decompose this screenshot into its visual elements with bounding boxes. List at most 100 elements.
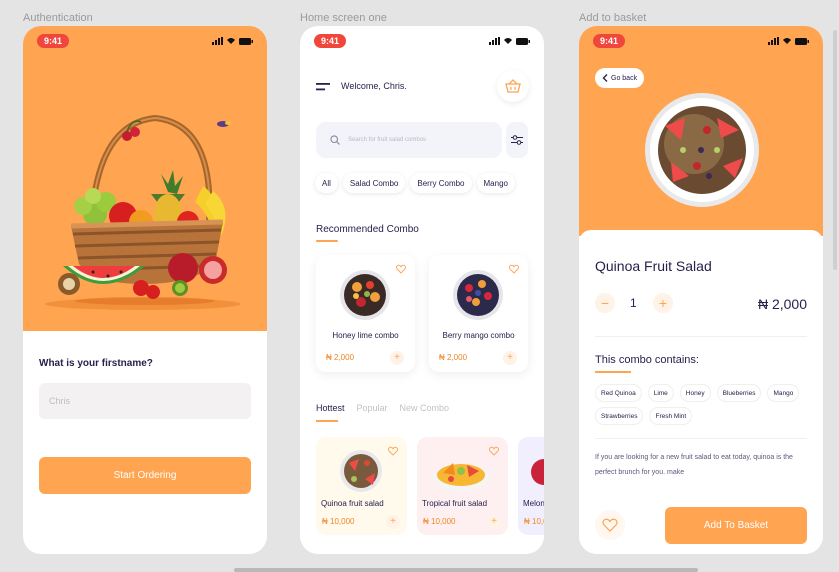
favorite-button[interactable] (595, 510, 625, 540)
search-field[interactable]: Search for fruit salad combos (316, 122, 502, 158)
hottest-name: Tropical fruit salad (422, 499, 488, 508)
ingredient-tag: Strawberries (595, 407, 644, 425)
basket-button[interactable] (497, 70, 529, 102)
chevron-left-icon (602, 74, 608, 82)
combo-price: ₦ 2,000 (439, 353, 468, 362)
tab-new-combo[interactable]: New Combo (400, 403, 450, 413)
home-screen: 9:41 Welcome, Chris. Search for fruit sa… (300, 26, 544, 554)
decrease-quantity-button[interactable]: − (595, 293, 615, 313)
add-to-basket-plus-button[interactable]: + (390, 351, 404, 365)
detail-sheet: Quinoa Fruit Salad − 1 + ₦ 2,000 This co… (579, 230, 823, 554)
ingredient-tag: Honey (679, 384, 711, 402)
combo-name: Honey lime combo (332, 331, 399, 340)
detail-hero (579, 26, 823, 236)
quantity-value: 1 (630, 296, 637, 310)
filter-icon (511, 135, 523, 145)
category-tabs: Hottest Popular New Combo (316, 403, 449, 413)
recommended-card[interactable]: Berry mango combo ₦ 2,000 + (429, 255, 528, 372)
recommended-card[interactable]: Honey lime combo ₦ 2,000 + (316, 255, 415, 372)
product-price: ₦ 2,000 (757, 296, 807, 312)
heart-icon[interactable] (396, 264, 406, 274)
signal-icon (212, 37, 223, 45)
hottest-card[interactable]: Quinoa fruit salad ₦ 10,000 + (316, 437, 407, 535)
wifi-icon (227, 38, 235, 44)
add-to-basket-button[interactable]: Add To Basket (665, 507, 807, 544)
product-title: Quinoa Fruit Salad (595, 258, 712, 274)
add-to-basket-plus-button[interactable]: + (487, 515, 501, 529)
tropical-salad-image (433, 463, 489, 491)
heart-icon[interactable] (509, 264, 519, 274)
divider (595, 438, 807, 439)
signal-icon (768, 37, 779, 45)
hottest-card[interactable]: Melon fruit salad ₦ 10,000 (518, 437, 544, 535)
tab-hottest[interactable]: Hottest (316, 403, 345, 413)
quinoa-salad-image (340, 450, 382, 492)
fruit-basket-illustration (45, 114, 241, 310)
combo-name: Berry mango combo (442, 331, 515, 340)
status-icons (768, 37, 809, 45)
ingredient-tag: Blueberries (716, 384, 762, 402)
honey-lime-combo-image (340, 270, 390, 320)
berry-mango-combo-image (453, 270, 503, 320)
frame-label-home: Home screen one (300, 12, 387, 24)
search-icon (330, 135, 340, 145)
hottest-name: Melon fruit salad (523, 499, 544, 508)
recommended-title: Recommended Combo (316, 224, 419, 235)
status-bar: 9:41 (37, 34, 253, 48)
active-tab-underline (316, 420, 338, 422)
wifi-icon (504, 38, 512, 44)
ingredient-tag: Red Quinoa (595, 384, 642, 402)
authentication-screen: 9:41 What is your firstname? Start Order… (23, 26, 267, 554)
category-chips: All Salad Combo Berry Combo Mango (315, 173, 515, 193)
status-bar: 9:41 (593, 34, 809, 48)
add-to-basket-screen: 9:41 Go back Quinoa Fruit Salad − 1 + ₦ … (579, 26, 823, 554)
battery-icon (795, 37, 809, 45)
battery-icon (516, 37, 530, 45)
ingredient-tag: Lime (647, 384, 674, 402)
add-to-basket-plus-button[interactable]: + (503, 351, 517, 365)
ingredient-tags: Red Quinoa Lime Honey Blueberries Mango … (595, 384, 807, 425)
hottest-price: ₦ 10,000 (322, 517, 355, 526)
firstname-question: What is your firstname? (39, 358, 153, 369)
firstname-input[interactable] (39, 383, 251, 419)
combo-price: ₦ 2,000 (326, 353, 355, 362)
welcome-text: Welcome, Chris. (341, 81, 407, 91)
contains-title: This combo contains: (595, 354, 699, 366)
status-time: 9:41 (37, 34, 70, 48)
status-bar: 9:41 (314, 34, 530, 48)
basket-icon (505, 79, 521, 93)
signal-icon (489, 37, 500, 45)
quinoa-salad-hero-image (645, 93, 759, 207)
start-ordering-button[interactable]: Start Ordering (39, 457, 251, 494)
tab-popular[interactable]: Popular (357, 403, 388, 413)
status-time: 9:41 (593, 34, 626, 48)
battery-icon (239, 37, 253, 45)
go-back-label: Go back (611, 74, 638, 82)
chip-mango[interactable]: Mango (476, 173, 515, 193)
hottest-price: ₦ 10,000 (423, 517, 456, 526)
wifi-icon (783, 38, 791, 44)
hottest-name: Quinoa fruit salad (321, 499, 384, 508)
chip-salad-combo[interactable]: Salad Combo (342, 173, 406, 193)
vertical-scrollbar[interactable] (833, 30, 837, 270)
status-time: 9:41 (314, 34, 347, 48)
chip-all[interactable]: All (315, 173, 338, 193)
chip-berry-combo[interactable]: Berry Combo (410, 173, 472, 193)
filter-button[interactable] (506, 122, 528, 158)
status-icons (212, 37, 253, 45)
recommended-underline (316, 240, 338, 242)
horizontal-scrollbar[interactable] (234, 568, 698, 572)
menu-icon[interactable] (316, 83, 330, 91)
go-back-button[interactable]: Go back (595, 68, 645, 88)
heart-icon[interactable] (388, 446, 398, 456)
heart-icon (602, 518, 618, 532)
divider (595, 336, 807, 337)
ingredient-tag: Fresh Mint (649, 407, 693, 425)
status-icons (489, 37, 530, 45)
product-description: If you are looking for a new fruit salad… (595, 454, 793, 476)
frame-label-basket: Add to basket (579, 12, 647, 24)
contains-underline (595, 371, 631, 373)
hottest-card[interactable]: Tropical fruit salad ₦ 10,000 + (417, 437, 508, 535)
add-to-basket-plus-button[interactable]: + (386, 515, 400, 529)
increase-quantity-button[interactable]: + (653, 293, 673, 313)
